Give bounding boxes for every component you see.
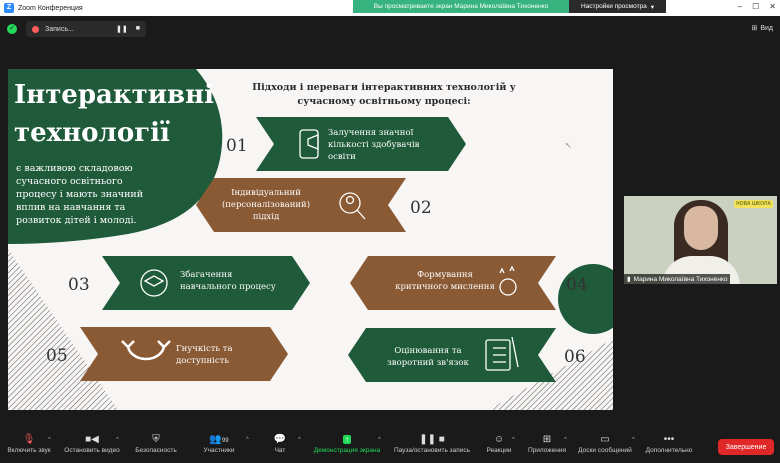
- sharing-banner: Вы просматриваете экран Марина Миколаївн…: [353, 0, 569, 13]
- participant-face: [684, 206, 718, 250]
- more-button[interactable]: ••• Дополнительно: [643, 433, 695, 462]
- apps-options-chevron-icon[interactable]: ^: [564, 437, 567, 443]
- participants-icon: 👥99: [209, 434, 229, 445]
- item-03-number: 03: [68, 275, 90, 295]
- shared-screen-slide: Інтерактивні технології є важливою склад…: [8, 69, 613, 410]
- reactions-button[interactable]: ☺ Реакции: [484, 433, 514, 462]
- item5-line: зворотний зв'язок: [387, 358, 469, 368]
- desc-line: процесу і мають значний: [16, 189, 143, 200]
- item-06-number: 06: [564, 347, 586, 367]
- reactions-options-chevron-icon[interactable]: ^: [512, 437, 515, 443]
- stop-video-button[interactable]: ■◀ Остановить видео: [60, 433, 124, 462]
- participant-nametag: ▮ Марина Миколаївна Тихоненко: [624, 274, 731, 284]
- slide-canvas: Інтерактивні технології є важливою склад…: [8, 69, 613, 410]
- item0-line: освіти: [328, 152, 356, 162]
- view-options-button[interactable]: Настройки просмотра ▾: [569, 0, 666, 13]
- school-logo: НОВА ШКОЛА: [734, 200, 773, 208]
- whiteboards-options-chevron-icon[interactable]: ^: [632, 437, 635, 443]
- shield-icon: ⛨: [152, 434, 160, 445]
- recording-indicator: Запись... ❚❚ ■: [26, 21, 146, 37]
- chat-options-chevron-icon[interactable]: ^: [298, 437, 301, 443]
- slide-subtitle-line1: Підходи і переваги інтерактивних техноло…: [252, 82, 516, 93]
- slide-subtitle-line2: сучасному освітньому процесі:: [297, 96, 470, 107]
- item1-line: Індивідуальний: [231, 188, 301, 198]
- participant-video[interactable]: НОВА ШКОЛА ▮ Марина Миколаївна Тихоненко: [624, 196, 777, 284]
- participants-count: 99: [221, 438, 229, 444]
- pause-recording-button[interactable]: ❚❚ ■ Пауза/остановить запись: [390, 433, 474, 462]
- maximize-icon[interactable]: ☐: [752, 2, 759, 11]
- app-title: Zoom Конференция: [18, 4, 83, 12]
- item2-line: навчального процесу: [180, 282, 276, 292]
- item-05-number: 05: [46, 346, 68, 366]
- share-screen-icon: ↑: [343, 435, 351, 444]
- security-button[interactable]: ⛨ Безопасность: [132, 433, 180, 462]
- microphone-muted-icon: 🎙: [22, 434, 36, 445]
- item3-line: Формування: [417, 270, 473, 280]
- pause-stop-icon: ❚❚ ■: [419, 434, 445, 445]
- item-02-number: 02: [410, 198, 432, 218]
- item4-line: доступність: [176, 356, 229, 366]
- item3-line: критичного мислення: [395, 282, 495, 292]
- slide-title-line1: Інтерактивні: [14, 80, 214, 110]
- whiteboards-button[interactable]: ▭ Доски сообщений: [576, 433, 634, 462]
- pause-icon[interactable]: ❚❚: [116, 25, 128, 33]
- desc-line: розвиток дітей і молоді.: [16, 215, 137, 226]
- item-04-number: 04: [566, 275, 588, 295]
- item1-line: (персоналізований): [222, 199, 310, 210]
- chevron-down-icon: ▾: [650, 3, 655, 11]
- slide-description: є важливою складовою сучасного освітнього…: [16, 163, 143, 226]
- whiteboard-icon: ▭: [600, 434, 610, 445]
- participant-name: Марина Миколаївна Тихоненко: [633, 275, 728, 283]
- audio-options-chevron-icon[interactable]: ^: [48, 437, 51, 443]
- recording-label: Запись...: [45, 25, 74, 33]
- more-dots-icon: •••: [663, 434, 675, 445]
- participants-options-chevron-icon[interactable]: ^: [246, 437, 249, 443]
- window-controls: – ☐ ✕: [738, 2, 776, 11]
- unmute-button[interactable]: 🎙 Включить звук: [4, 433, 54, 462]
- video-options-chevron-icon[interactable]: ^: [116, 437, 119, 443]
- item5-line: Оцінювання та: [394, 346, 461, 356]
- video-camera-icon: ■◀: [85, 434, 99, 445]
- stop-icon[interactable]: ■: [136, 25, 140, 33]
- mouse-cursor-icon: ↖: [565, 141, 572, 150]
- signal-bars-icon: ▮: [627, 276, 631, 283]
- zoom-logo-icon: Z: [4, 3, 14, 13]
- chat-button[interactable]: 💬 Чат: [268, 433, 292, 462]
- apps-icon: ⊞: [542, 434, 552, 445]
- item-01-number: 01: [226, 136, 248, 156]
- share-options-chevron-icon[interactable]: ^: [378, 437, 381, 443]
- minimize-icon[interactable]: –: [738, 2, 742, 11]
- item0-line: кількості здобувачів: [328, 139, 420, 150]
- share-screen-button[interactable]: ↑ Демонстрация экрана: [310, 433, 384, 462]
- desc-line: є важливою складовою: [16, 163, 133, 174]
- view-options-label: Настройки просмотра: [580, 3, 647, 10]
- shield-icon[interactable]: ✓: [7, 24, 17, 34]
- participants-button[interactable]: 👥99 Участники: [198, 433, 240, 462]
- end-meeting-button[interactable]: Завершение: [718, 439, 774, 455]
- desc-line: вплив на навчання та: [16, 202, 126, 213]
- smile-icon: ☺: [493, 434, 505, 445]
- slide-title-line2: технології: [14, 118, 170, 148]
- item0-line: Залучення значної: [328, 128, 414, 138]
- recording-dot-icon: [32, 25, 39, 33]
- item-05-banner: [80, 327, 288, 381]
- item4-line: Гнучкість та: [176, 344, 233, 354]
- item1-line: підхід: [253, 212, 279, 222]
- view-button[interactable]: ⊞ Вид: [751, 24, 773, 33]
- item2-line: Збагачення: [180, 269, 232, 280]
- view-button-label: Вид: [760, 24, 773, 32]
- close-icon[interactable]: ✕: [769, 2, 776, 11]
- desc-line: сучасного освітнього: [16, 176, 123, 187]
- chat-bubble-icon: 💬: [273, 434, 287, 445]
- grid-icon: ⊞: [751, 25, 758, 32]
